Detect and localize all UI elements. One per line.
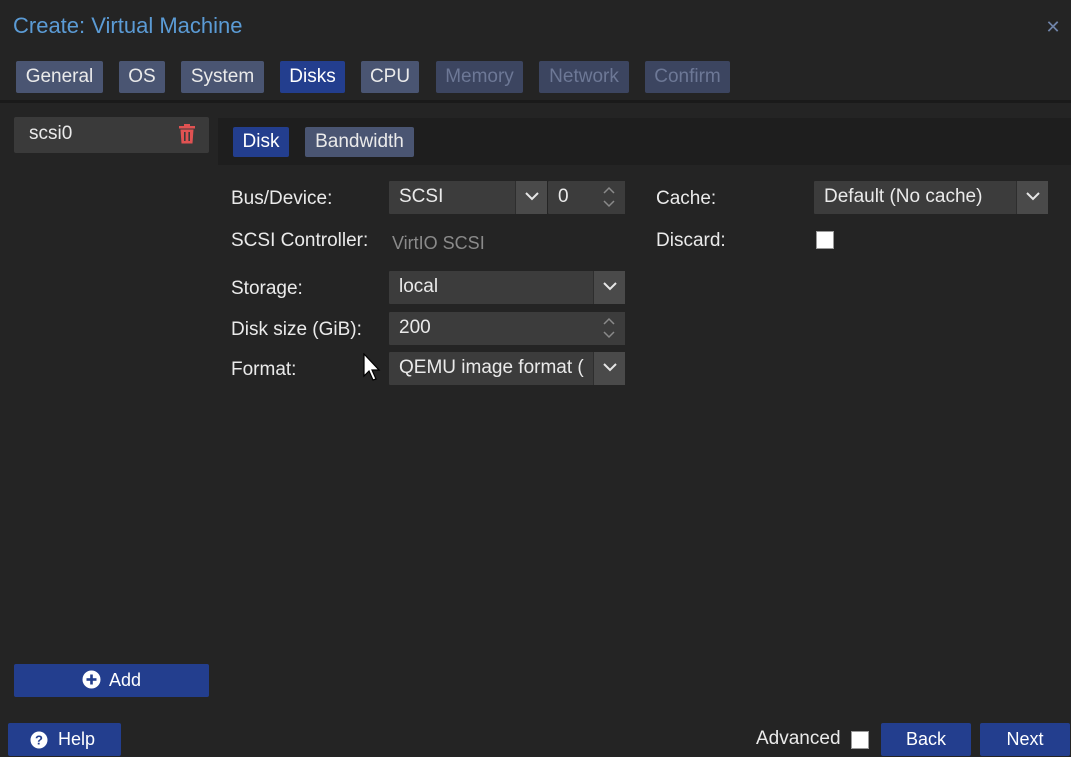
bus-select[interactable]: SCSI — [389, 181, 547, 214]
scsi-controller-value: VirtIO SCSI — [392, 233, 485, 253]
next-button[interactable]: Next — [980, 723, 1070, 756]
chevron-down-icon — [1026, 192, 1040, 201]
device-spinner[interactable] — [593, 181, 625, 214]
chevron-down-icon — [603, 282, 617, 291]
question-circle-icon: ? — [30, 731, 48, 749]
tab-cpu[interactable]: CPU — [361, 61, 419, 93]
subtab-disk[interactable]: Disk — [233, 127, 289, 157]
disk-size-value: 200 — [399, 317, 431, 338]
cache-select-value: Default (No cache) — [824, 186, 983, 207]
svg-text:?: ? — [35, 733, 43, 748]
format-dropdown-button[interactable] — [593, 352, 625, 385]
tab-divider — [0, 100, 1071, 103]
chevron-down-icon — [603, 363, 617, 372]
storage-dropdown-button[interactable] — [593, 271, 625, 304]
mouse-cursor-icon — [363, 353, 381, 381]
scsi-controller-label: SCSI Controller: — [231, 230, 369, 251]
bus-select-value: SCSI — [399, 186, 444, 207]
tab-confirm: Confirm — [645, 61, 730, 93]
chevron-down-icon — [525, 192, 539, 201]
plus-circle-icon — [82, 670, 101, 689]
storage-label: Storage: — [231, 278, 303, 299]
disk-list-item-label: scsi0 — [29, 123, 73, 144]
cache-label: Cache: — [656, 188, 717, 209]
add-disk-label: Add — [108, 670, 142, 690]
help-button[interactable]: ? Help — [8, 723, 121, 756]
discard-label: Discard: — [656, 230, 726, 251]
format-label: Format: — [231, 359, 297, 380]
tab-general[interactable]: General — [16, 61, 103, 93]
tab-os[interactable]: OS — [119, 61, 165, 93]
close-icon[interactable]: ✕ — [1042, 16, 1064, 38]
disk-size-input[interactable]: 200 — [389, 312, 625, 345]
advanced-label: Advanced — [756, 728, 841, 749]
spin-up-icon[interactable] — [603, 317, 615, 325]
spin-down-icon[interactable] — [603, 200, 615, 208]
disk-size-spinner[interactable] — [593, 312, 625, 345]
tab-disks[interactable]: Disks — [280, 61, 345, 93]
spin-up-icon[interactable] — [603, 186, 615, 194]
format-select-value: QEMU image format ( — [399, 357, 584, 378]
trash-icon[interactable] — [178, 124, 196, 144]
tab-system[interactable]: System — [181, 61, 264, 93]
create-vm-dialog: Create: Virtual Machine ✕ General OS Sys… — [0, 0, 1071, 757]
storage-select[interactable]: local — [389, 271, 625, 304]
tab-network: Network — [539, 61, 629, 93]
dialog-title: Create: Virtual Machine — [13, 13, 243, 38]
help-label: Help — [58, 729, 96, 749]
spin-down-icon[interactable] — [603, 331, 615, 339]
subtab-bandwidth[interactable]: Bandwidth — [305, 127, 414, 157]
cache-select[interactable]: Default (No cache) — [814, 181, 1048, 214]
device-number-input[interactable]: 0 — [548, 181, 625, 214]
device-number-value: 0 — [558, 186, 569, 207]
storage-select-value: local — [399, 276, 439, 297]
disk-size-label: Disk size (GiB): — [231, 319, 362, 340]
disk-list-item[interactable]: scsi0 — [14, 117, 209, 153]
back-button[interactable]: Back — [881, 723, 971, 756]
cache-dropdown-button[interactable] — [1016, 181, 1048, 214]
tab-memory: Memory — [436, 61, 523, 93]
add-disk-button[interactable]: Add — [14, 664, 209, 697]
format-select[interactable]: QEMU image format ( — [389, 352, 625, 385]
advanced-checkbox[interactable] — [851, 731, 869, 749]
bus-dropdown-button[interactable] — [515, 181, 547, 214]
bus-device-label: Bus/Device: — [231, 188, 333, 209]
discard-checkbox[interactable] — [816, 231, 834, 249]
